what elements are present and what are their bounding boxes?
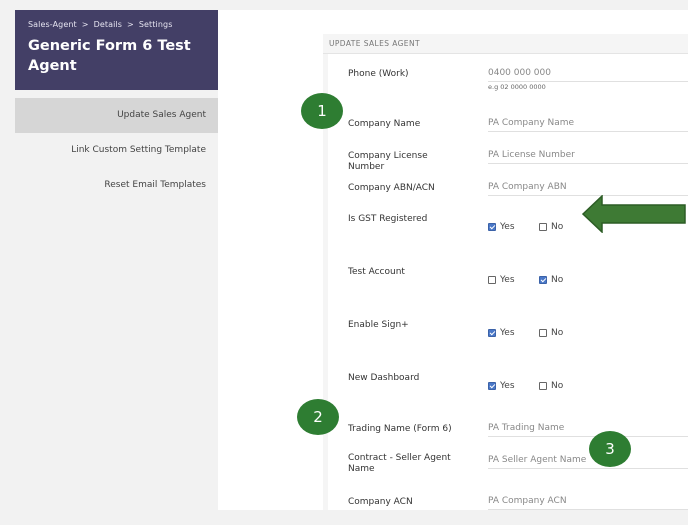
sign-plus-no-option[interactable]: No — [539, 328, 563, 338]
new-dashboard-label: New Dashboard — [348, 373, 420, 383]
sidebar-item-update-sales-agent[interactable]: Update Sales Agent — [15, 98, 225, 133]
new-dashboard-yes-checkbox[interactable] — [488, 382, 496, 390]
phone-work-label: Phone (Work) — [348, 69, 409, 79]
test-account-yes-label: Yes — [500, 275, 515, 285]
contract-seller-label: Contract - Seller Agent Name — [348, 453, 451, 474]
company-license-input[interactable]: PA License Number — [488, 148, 688, 164]
breadcrumb-item[interactable]: Sales-Agent — [28, 20, 77, 29]
test-account-no-label: No — [551, 275, 564, 285]
company-name-label: Company Name — [348, 119, 421, 129]
gst-label: Is GST Registered — [348, 214, 428, 224]
annotation-arrow-icon — [582, 195, 686, 233]
sign-plus-no-label: No — [551, 328, 564, 338]
sidebar-item-reset-email-templates[interactable]: Reset Email Templates — [15, 168, 218, 203]
company-abn-label: Company ABN/ACN — [348, 183, 435, 193]
phone-work-hint: e.g 02 0000 0000 — [488, 83, 546, 91]
page-title: Generic Form 6 Test Agent — [28, 38, 191, 74]
company-license-label: Company License Number — [348, 151, 428, 172]
sign-plus-no-checkbox[interactable] — [539, 329, 547, 337]
bottom-bar — [0, 510, 688, 525]
panel-heading: UPDATE SALES AGENT — [323, 34, 688, 54]
contract-seller-input[interactable]: PA Seller Agent Name — [488, 453, 688, 469]
new-dashboard-yes-option[interactable]: Yes — [488, 381, 515, 391]
test-account-no-checkbox[interactable] — [539, 276, 547, 284]
test-account-label: Test Account — [348, 267, 405, 277]
sign-plus-yes-label: Yes — [500, 328, 515, 338]
form-panel: UPDATE SALES AGENT Phone (Work) 0400 000… — [323, 34, 688, 510]
test-account-no-option[interactable]: No — [539, 275, 563, 285]
breadcrumb: Sales-Agent > Details > Settings — [28, 20, 206, 29]
sign-plus-yes-checkbox[interactable] — [488, 329, 496, 337]
trading-name-input[interactable]: PA Trading Name — [488, 421, 688, 437]
sidebar: Sales-Agent > Details > Settings Generic For… — [15, 10, 225, 510]
test-account-yes-checkbox[interactable] — [488, 276, 496, 284]
new-dashboard-yes-label: Yes — [500, 381, 515, 391]
company-acn-input[interactable]: PA Company ACN — [488, 494, 688, 510]
company-acn-label: Company ACN — [348, 497, 413, 507]
chevron-right-icon: > — [81, 20, 89, 29]
gst-no-option[interactable]: No — [539, 222, 563, 232]
gst-yes-option[interactable]: Yes — [488, 222, 515, 232]
annotation-badge-1: 1 — [301, 93, 343, 129]
company-name-input[interactable]: PA Company Name — [488, 116, 688, 132]
annotation-badge-3: 3 — [589, 431, 631, 467]
new-dashboard-no-label: No — [551, 381, 564, 391]
sign-plus-yes-option[interactable]: Yes — [488, 328, 515, 338]
gst-no-label: No — [551, 222, 564, 232]
new-dashboard-no-option[interactable]: No — [539, 381, 563, 391]
trading-name-label: Trading Name (Form 6) — [348, 424, 452, 434]
phone-work-input[interactable]: 0400 000 000 — [488, 66, 688, 82]
test-account-yes-option[interactable]: Yes — [488, 275, 515, 285]
sidebar-item-link-custom-setting-template[interactable]: Link Custom Setting Template — [15, 133, 218, 168]
app-frame: Sales-Agent > Details > Settings Generic For… — [15, 10, 688, 510]
company-abn-input[interactable]: PA Company ABN — [488, 180, 688, 196]
sales-agent-form: Phone (Work) 0400 000 000 e.g 02 0000 00… — [328, 54, 688, 510]
gst-yes-checkbox[interactable] — [488, 223, 496, 231]
chevron-right-icon: > — [127, 20, 134, 29]
gst-no-checkbox[interactable] — [539, 223, 547, 231]
sign-plus-label: Enable Sign+ — [348, 320, 409, 330]
gst-yes-label: Yes — [500, 222, 515, 232]
breadcrumb-item[interactable]: Details — [94, 20, 122, 29]
annotation-badge-2: 2 — [297, 399, 339, 435]
new-dashboard-no-checkbox[interactable] — [539, 382, 547, 390]
breadcrumb-item: Settings — [138, 20, 173, 29]
sidebar-header: Sales-Agent > Details > Settings Generic For… — [15, 10, 218, 90]
